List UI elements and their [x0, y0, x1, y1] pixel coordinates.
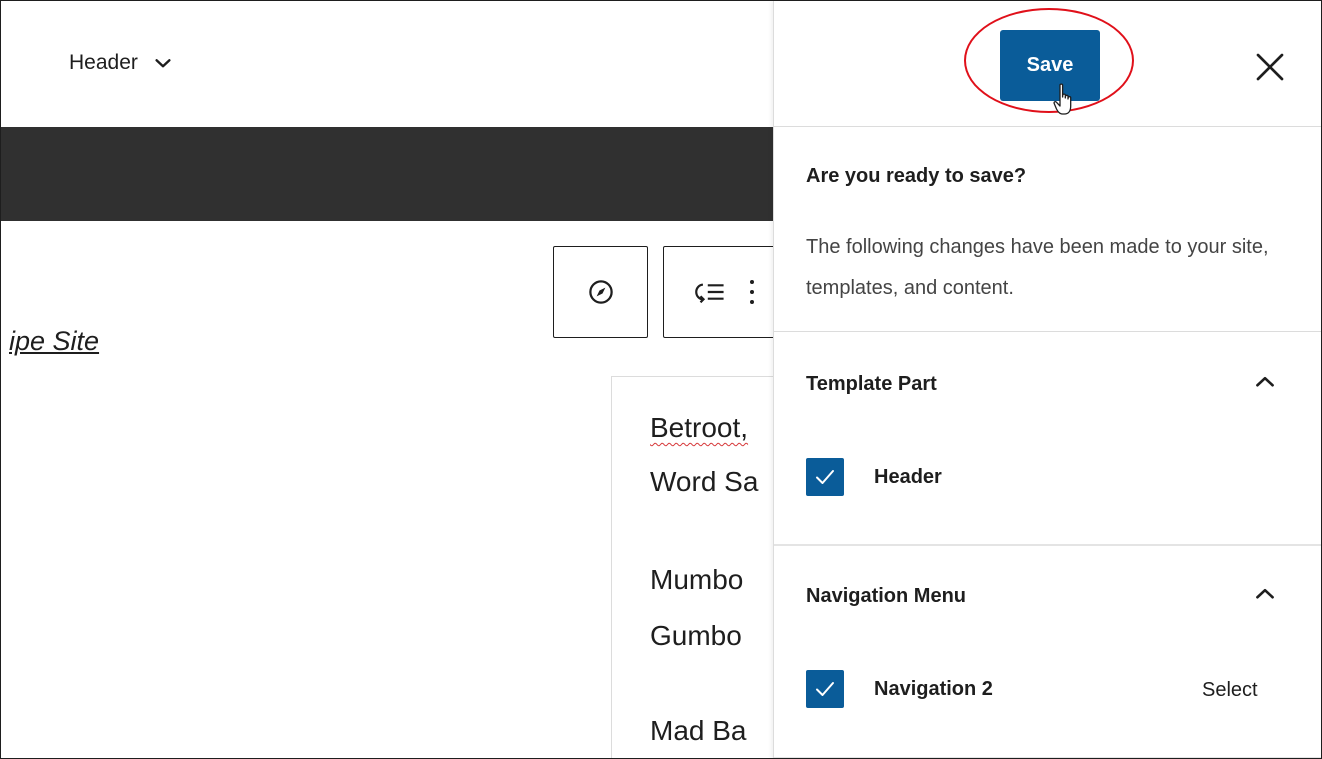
- chevron-up-icon[interactable]: [1252, 581, 1278, 607]
- section-title-template-part: Template Part: [806, 373, 937, 395]
- select-link[interactable]: Select: [1202, 679, 1258, 702]
- chevron-down-icon: [155, 59, 171, 68]
- site-title-link[interactable]: ipe Site: [9, 326, 99, 357]
- more-vertical-icon[interactable]: [748, 277, 756, 307]
- save-button[interactable]: Save: [1000, 30, 1100, 101]
- checkbox-row-navigation[interactable]: Navigation 2: [806, 670, 993, 708]
- header-band: [1, 127, 773, 221]
- document-title-dropdown[interactable]: Header: [69, 51, 174, 75]
- navigation-block-toolbar-button[interactable]: [553, 246, 648, 338]
- checkmark-icon: [816, 470, 834, 484]
- menu-item[interactable]: Word Sa: [650, 463, 758, 501]
- checkbox-checked[interactable]: [806, 458, 844, 496]
- list-view-icon: [695, 283, 724, 304]
- document-title: Header: [69, 51, 138, 74]
- menu-item[interactable]: Betroot,: [650, 409, 748, 447]
- menu-item[interactable]: Mad Ba: [650, 712, 747, 750]
- checkbox-checked[interactable]: [806, 670, 844, 708]
- section-title-navigation-menu: Navigation Menu: [806, 585, 967, 607]
- checkbox-row-header[interactable]: Header: [806, 458, 942, 496]
- save-description: The following changes have been made to …: [806, 236, 1269, 299]
- compass-icon: [588, 280, 613, 304]
- app-window: Header ipe Site Betroot, Word Sa Mumbo G: [0, 0, 1322, 759]
- divider: [774, 544, 1321, 546]
- divider: [774, 331, 1321, 332]
- chevron-up-icon[interactable]: [1252, 369, 1278, 395]
- checkmark-icon: [816, 682, 834, 696]
- save-panel: Save Are you ready to save? The followin…: [773, 1, 1321, 758]
- checkbox-label: Navigation 2: [874, 677, 993, 700]
- menu-item[interactable]: Mumbo: [650, 561, 743, 599]
- save-prompt-heading: Are you ready to save?: [806, 165, 1027, 187]
- editor-topbar: Header: [1, 1, 773, 126]
- menu-item[interactable]: Gumbo: [650, 617, 742, 655]
- hand-cursor-icon: [1053, 83, 1072, 115]
- checkbox-label: Header: [874, 465, 942, 488]
- close-icon[interactable]: [1252, 49, 1288, 85]
- save-panel-header: Save: [774, 1, 1321, 127]
